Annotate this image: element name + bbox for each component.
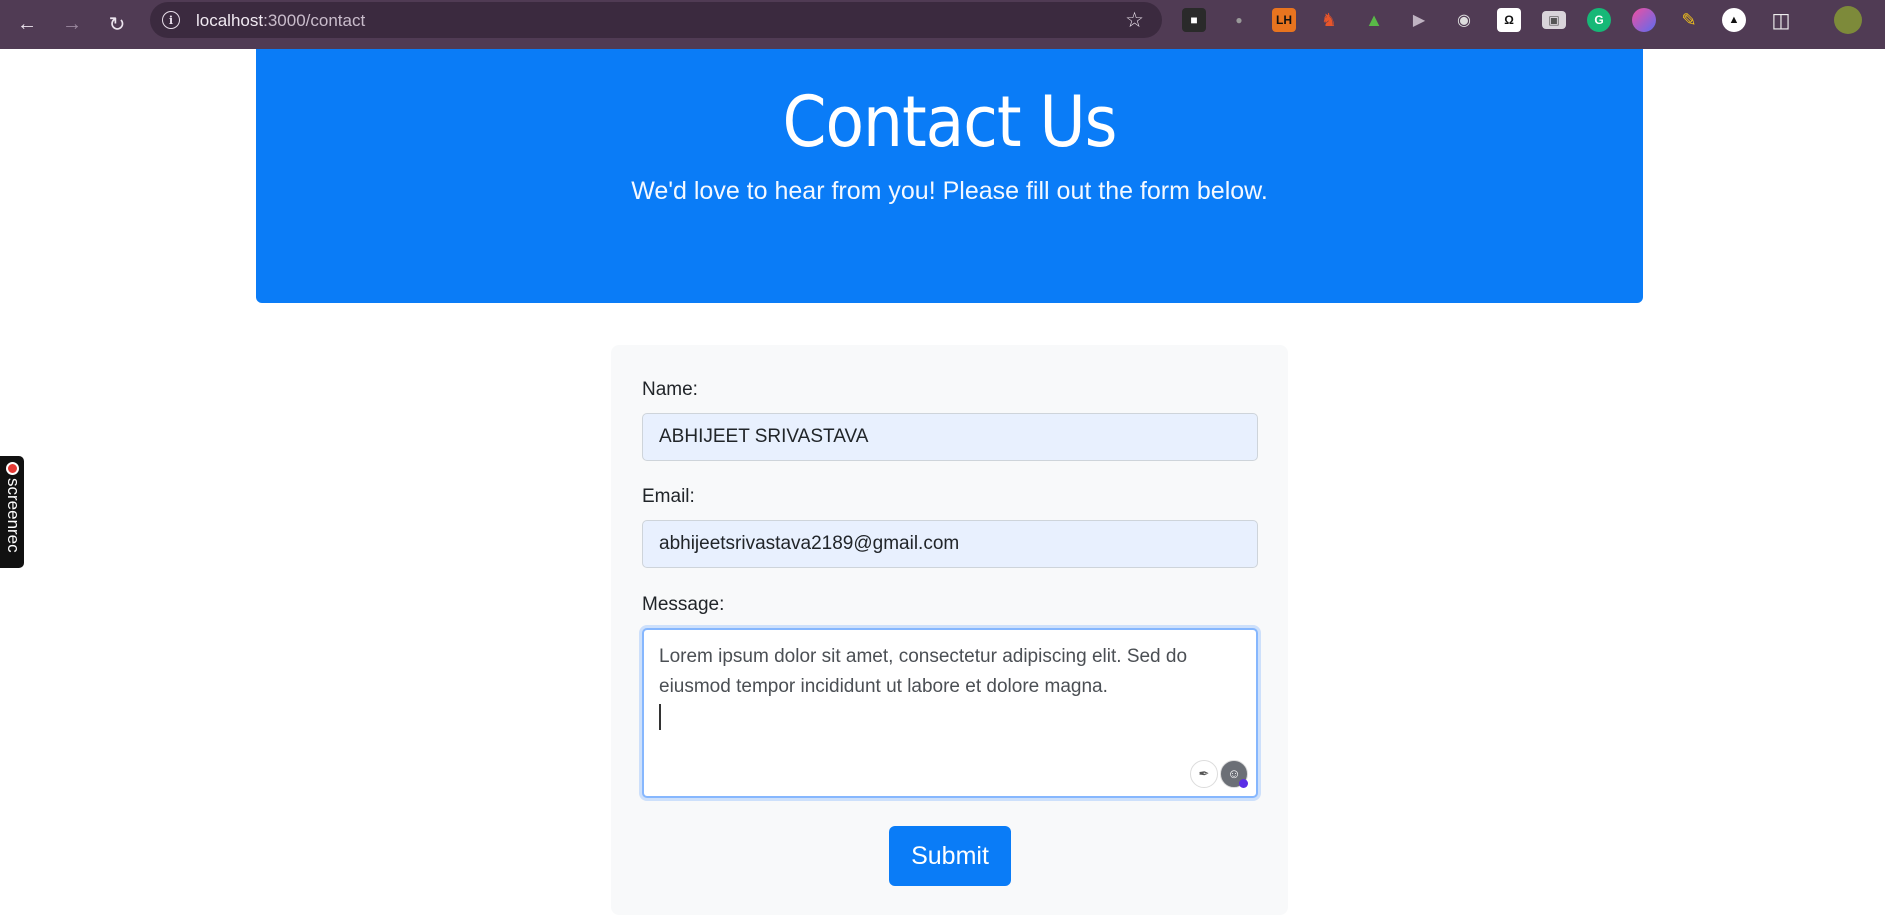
pencil-extension-icon[interactable]: ✎ [1677,8,1701,32]
feather-icon[interactable]: ✒ [1190,760,1218,788]
forward-arrow-icon[interactable]: → [57,9,87,39]
site-info-icon[interactable]: i [162,11,180,29]
record-icon [6,462,19,475]
screenrec-widget[interactable]: screenrec [0,456,24,568]
lh-extension-icon[interactable]: LH [1272,8,1296,32]
screenrec-label: screenrec [4,478,23,553]
message-textarea[interactable]: Lorem ipsum dolor sit amet, consectetur … [642,628,1258,798]
name-input[interactable]: ABHIJEET SRIVASTAVA [642,413,1258,461]
url-text[interactable]: localhost:3000/contact [196,11,365,31]
omega-extension-icon[interactable]: Ω [1497,8,1521,32]
browser-toolbar: ← → ↻ i localhost:3000/contact ☆ ■ ● LH … [0,0,1885,49]
back-arrow-icon[interactable]: ← [12,9,42,39]
contact-form: Name: ABHIJEET SRIVASTAVA Email: abhijee… [611,345,1288,915]
tree-extension-icon[interactable]: ▲ [1362,8,1386,32]
play-extension-icon[interactable]: ▶ [1407,8,1431,32]
triangle-extension-icon[interactable]: ▲ [1722,8,1746,32]
textarea-tools: ✒ ☺ [1190,760,1248,788]
reload-icon[interactable]: ↻ [102,9,132,39]
grammarly-extension-icon[interactable]: G [1587,8,1611,32]
assistant-bot-icon[interactable]: ☺ [1220,760,1248,788]
address-bar[interactable]: i localhost:3000/contact ☆ [150,2,1162,38]
ninja-extension-icon[interactable]: ■ [1182,8,1206,32]
email-label: Email: [642,486,695,507]
cat-extension-icon[interactable]: ◉ [1452,8,1476,32]
brain-extension-icon[interactable] [1632,8,1656,32]
bookmark-star-icon[interactable]: ☆ [1125,8,1144,33]
puzzle-extensions-icon[interactable]: ◫ [1769,8,1793,32]
message-label: Message: [642,594,725,615]
chess-extension-icon[interactable]: ♞ [1317,8,1341,32]
hero-banner: Contact Us We'd love to hear from you! P… [256,49,1643,303]
profile-avatar[interactable] [1834,6,1862,34]
text-caret [659,703,661,730]
page-subtitle: We'd love to hear from you! Please fill … [631,177,1268,205]
email-input[interactable]: abhijeetsrivastava2189@gmail.com [642,520,1258,568]
window-extension-icon[interactable]: ▣ [1542,11,1566,29]
name-label: Name: [642,379,698,400]
submit-button[interactable]: Submit [889,826,1011,886]
bulb-extension-icon[interactable]: ● [1227,8,1251,32]
message-text: Lorem ipsum dolor sit amet, consectetur … [659,646,1188,697]
page-title: Contact Us [782,81,1118,163]
